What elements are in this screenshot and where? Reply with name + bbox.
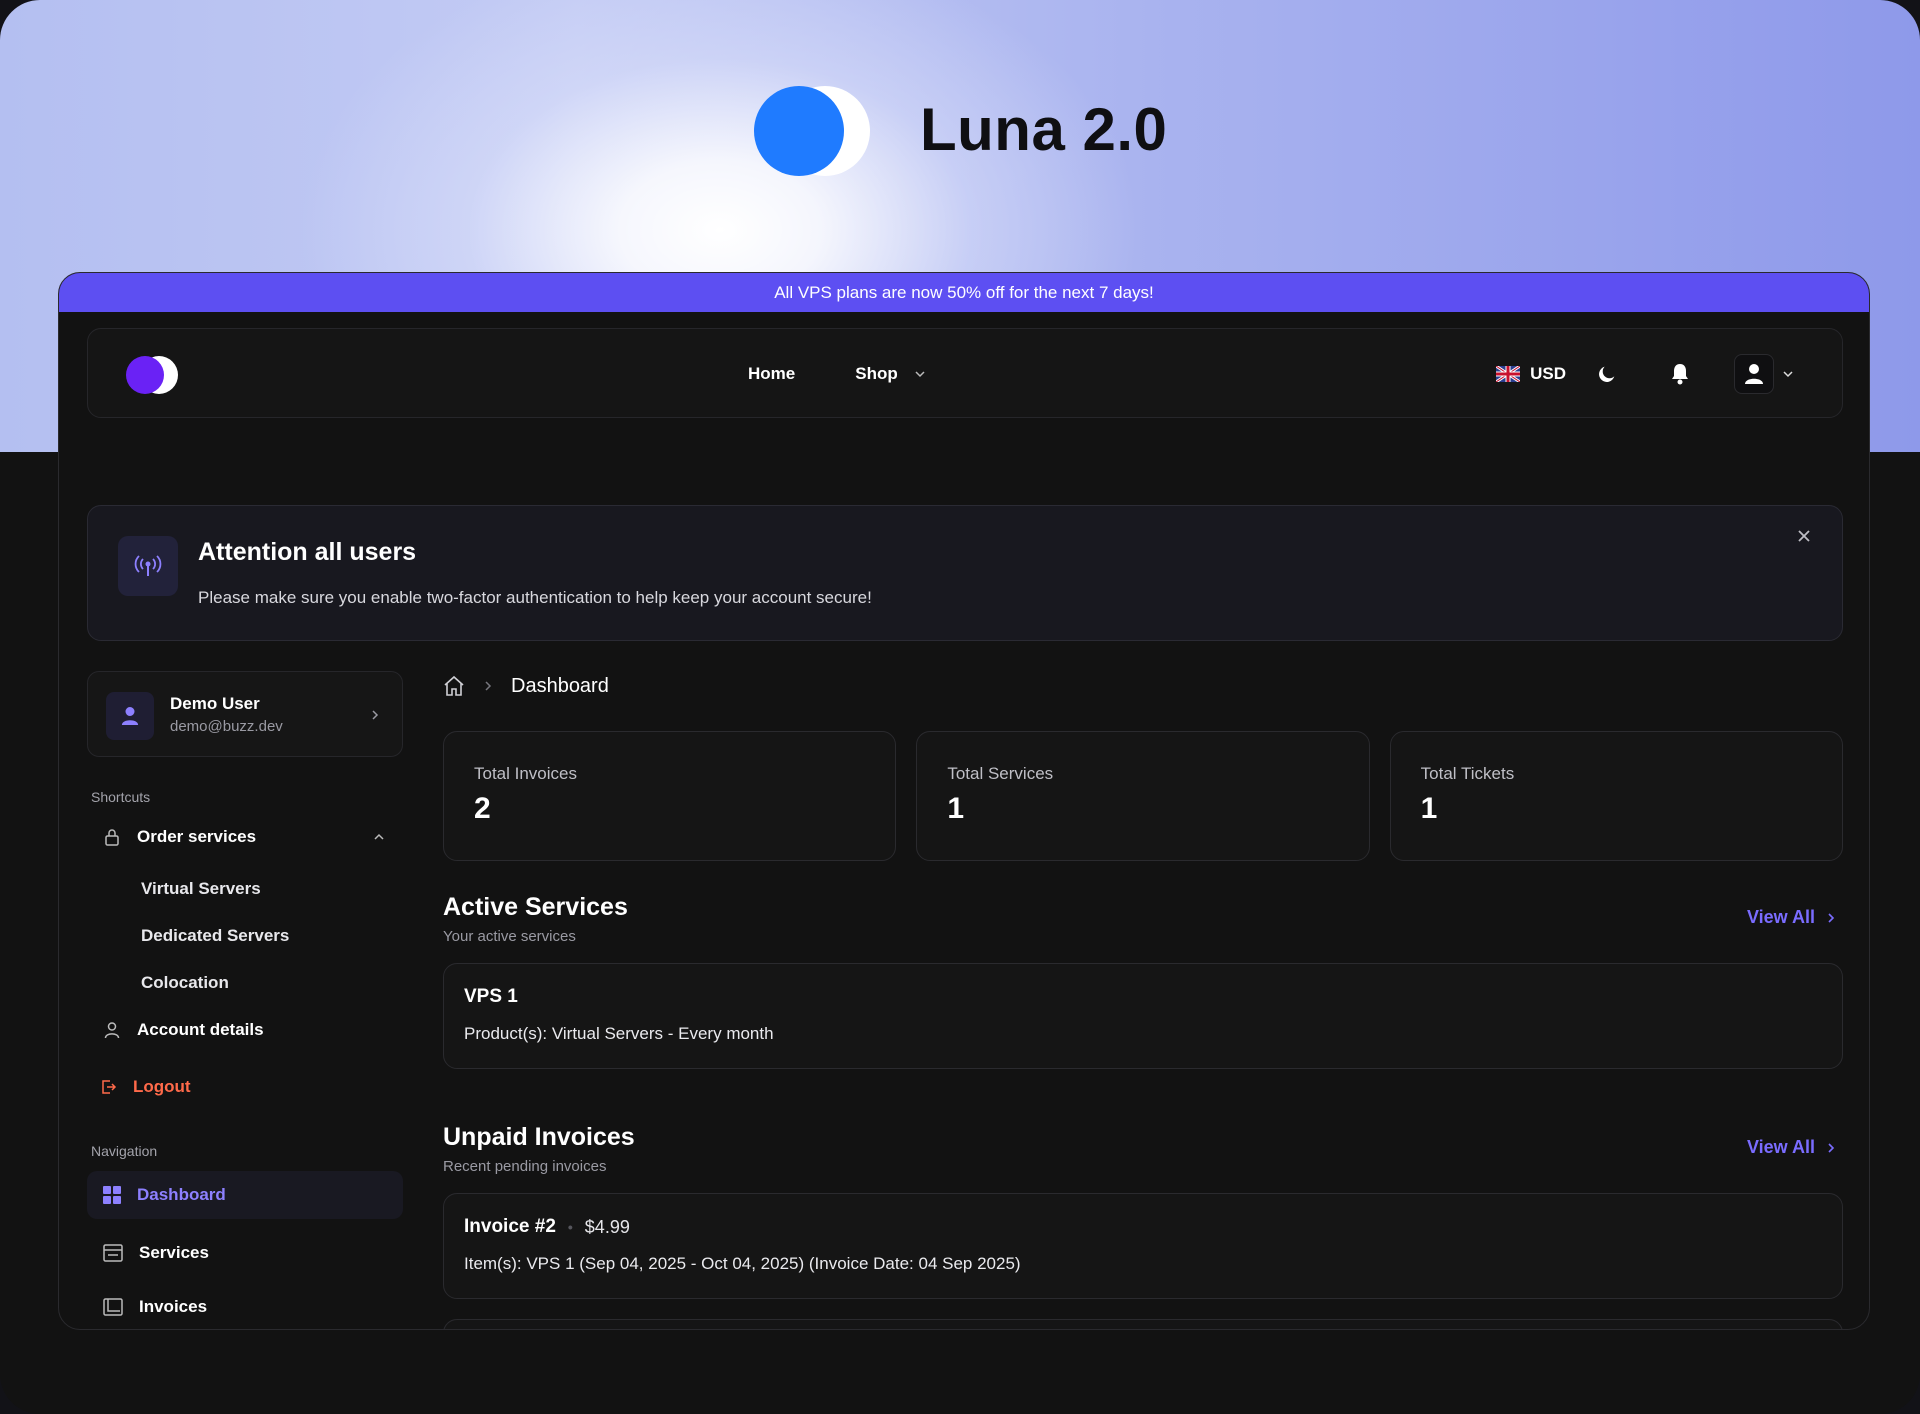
nav-home-label: Home bbox=[748, 364, 796, 383]
section-title: Active Services bbox=[443, 893, 628, 921]
nav-shop-dropdown[interactable]: Shop bbox=[855, 364, 926, 384]
service-detail: Product(s): Virtual Servers - Every mont… bbox=[464, 1024, 774, 1043]
avatar bbox=[106, 692, 154, 740]
section-subtitle: Recent pending invoices bbox=[443, 1158, 607, 1175]
sidebar-subitem-colocation[interactable]: Colocation bbox=[87, 959, 403, 1006]
notifications-button[interactable] bbox=[1670, 363, 1690, 385]
main-content: Dashboard Total Invoices 2 Total Service… bbox=[443, 671, 1843, 1329]
invoice-title: Invoice #2 • $4.99 bbox=[464, 1216, 1822, 1238]
shortcuts-label: Shortcuts bbox=[91, 789, 151, 805]
view-all-services-link[interactable]: View All bbox=[1747, 907, 1835, 928]
nav-home-link[interactable]: Home bbox=[748, 364, 795, 384]
app-window: All VPS plans are now 50% off for the ne… bbox=[58, 272, 1870, 1330]
active-services-header: Active Services Your active services Vie… bbox=[443, 893, 1843, 949]
sidebar-item-label: Services bbox=[139, 1243, 209, 1262]
breadcrumb-current: Dashboard bbox=[511, 674, 609, 697]
view-all-label: View All bbox=[1746, 907, 1815, 927]
attention-alert: Attention all users Please make sure you… bbox=[87, 505, 1843, 641]
moon-icon bbox=[1599, 366, 1615, 382]
hero-title: Luna 2.0 bbox=[920, 96, 1168, 163]
close-icon[interactable] bbox=[1796, 528, 1812, 544]
sidebar-item-dashboard[interactable]: Dashboard bbox=[87, 1171, 403, 1219]
sidebar: Demo User demo@buzz.dev Shortcuts Order … bbox=[87, 671, 403, 1327]
stat-card-invoices[interactable]: Total Invoices 2 bbox=[443, 731, 897, 861]
invoice-card[interactable]: Invoice #2 • $4.99 Item(s): VPS 1 (Sep 0… bbox=[443, 1193, 1843, 1299]
chevron-right-icon bbox=[1828, 912, 1835, 923]
chevron-down-icon bbox=[915, 371, 925, 378]
sidebar-item-invoices[interactable]: Invoices bbox=[87, 1287, 403, 1327]
invoice-icon bbox=[103, 1298, 123, 1316]
invoice-number: Invoice #2 bbox=[464, 1216, 556, 1237]
stat-label: Total Services bbox=[947, 764, 1054, 783]
user-email: demo@buzz.dev bbox=[170, 718, 283, 735]
chevron-up-icon bbox=[374, 833, 384, 840]
frame: Luna 2.0 All VPS plans are now 50% off f… bbox=[0, 0, 1920, 1414]
alert-title: Attention all users bbox=[198, 538, 417, 566]
logout-label: Logout bbox=[133, 1077, 191, 1096]
sidebar-item-order-services[interactable]: Order services bbox=[87, 817, 403, 857]
sidebar-item-services[interactable]: Services bbox=[87, 1233, 403, 1273]
theme-toggle-button[interactable] bbox=[1596, 363, 1618, 385]
top-navbar: Home Shop USD bbox=[87, 328, 1843, 418]
brand-logo[interactable] bbox=[126, 356, 178, 394]
bell-icon bbox=[1672, 364, 1688, 385]
nav-actions: USD bbox=[1496, 329, 1794, 419]
sidebar-item-label: Order services bbox=[137, 827, 257, 846]
alert-message: Please make sure you enable two-factor a… bbox=[198, 588, 872, 607]
sidebar-subitem-virtual-servers[interactable]: Virtual Servers bbox=[87, 865, 403, 912]
unpaid-invoices-header: Unpaid Invoices Recent pending invoices … bbox=[443, 1123, 1843, 1179]
section-subtitle: Your active services bbox=[443, 928, 576, 945]
user-icon bbox=[121, 707, 139, 725]
logout-icon bbox=[102, 1080, 117, 1094]
uk-flag-icon bbox=[1496, 366, 1521, 382]
view-all-invoices-link[interactable]: View All bbox=[1747, 1137, 1835, 1158]
user-outline-icon bbox=[104, 1022, 120, 1039]
section-title: Unpaid Invoices bbox=[443, 1123, 635, 1151]
home-icon[interactable] bbox=[443, 675, 465, 697]
invoice-card[interactable] bbox=[443, 1319, 1843, 1329]
sidebar-subitem-dedicated-servers[interactable]: Dedicated Servers bbox=[87, 912, 403, 959]
user-icon bbox=[1745, 364, 1763, 384]
luna-logo bbox=[754, 86, 872, 176]
server-icon bbox=[103, 1244, 123, 1262]
logout-button[interactable]: Logout bbox=[87, 1067, 403, 1107]
stat-value: 2 bbox=[474, 792, 491, 825]
stat-card-tickets[interactable]: Total Tickets 1 bbox=[1389, 731, 1843, 861]
promo-banner[interactable]: All VPS plans are now 50% off for the ne… bbox=[59, 273, 1869, 312]
nav-shop-label: Shop bbox=[855, 364, 898, 383]
service-card[interactable]: VPS 1 Product(s): Virtual Servers - Ever… bbox=[443, 963, 1843, 1069]
stat-value: 1 bbox=[947, 792, 965, 825]
chevron-down-icon[interactable] bbox=[1782, 368, 1794, 380]
sidebar-item-account-details[interactable]: Account details bbox=[87, 1010, 403, 1050]
chevron-right-icon bbox=[485, 681, 492, 691]
invoice-detail: Item(s): VPS 1 (Sep 04, 2025 - Oct 04, 2… bbox=[464, 1254, 1021, 1273]
navigation-label: Navigation bbox=[91, 1143, 158, 1159]
stats-row: Total Invoices 2 Total Services 1 Total … bbox=[443, 731, 1843, 861]
invoice-amount: $4.99 bbox=[584, 1216, 630, 1237]
broadcast-icon bbox=[118, 536, 178, 596]
currency-label: USD bbox=[1530, 364, 1566, 383]
chevron-right-icon bbox=[1828, 1142, 1835, 1153]
breadcrumb: Dashboard bbox=[443, 671, 1843, 701]
grid-icon bbox=[103, 1186, 121, 1204]
stat-card-services[interactable]: Total Services 1 bbox=[916, 731, 1370, 861]
account-menu-button[interactable] bbox=[1734, 354, 1774, 394]
service-name-text: VPS 1 bbox=[464, 986, 518, 1007]
sidebar-item-label: Dashboard bbox=[137, 1185, 226, 1204]
nav-links: Home Shop bbox=[748, 329, 926, 419]
view-all-label: View All bbox=[1746, 1137, 1815, 1157]
user-card[interactable]: Demo User demo@buzz.dev bbox=[87, 671, 403, 757]
sidebar-item-label: Invoices bbox=[139, 1297, 208, 1316]
user-name: Demo User bbox=[170, 694, 260, 713]
stat-value: 1 bbox=[1420, 792, 1438, 825]
lock-icon bbox=[105, 829, 119, 846]
service-name: VPS 1 bbox=[464, 986, 1822, 1008]
chevron-right-icon bbox=[372, 710, 379, 720]
separator-dot: • bbox=[567, 1219, 573, 1235]
sidebar-item-label: Account details bbox=[137, 1020, 264, 1039]
stat-label: Total Tickets bbox=[1420, 764, 1515, 783]
stat-label: Total Invoices bbox=[474, 764, 577, 783]
currency-selector[interactable]: USD bbox=[1496, 364, 1566, 384]
